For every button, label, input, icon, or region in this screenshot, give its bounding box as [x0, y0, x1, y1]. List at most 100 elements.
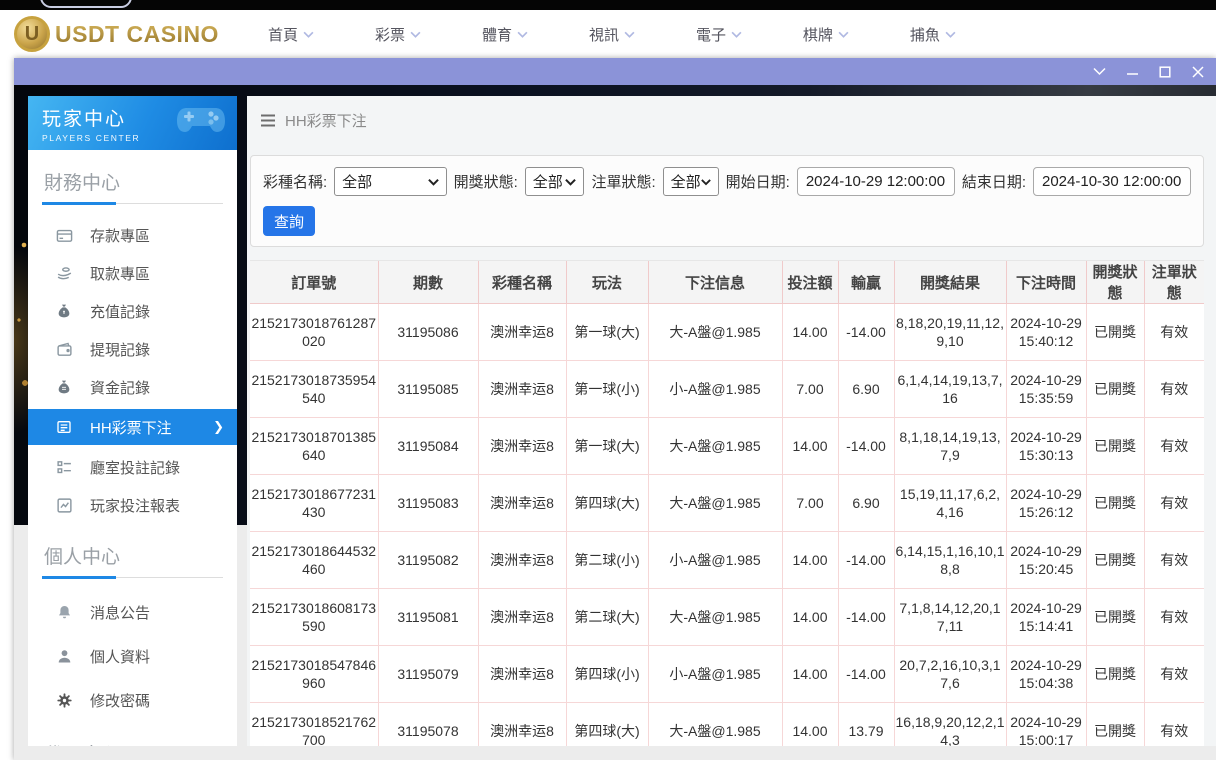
sidebar-item-player-bet-report[interactable]: 玩家投注報表	[28, 486, 237, 524]
table-cell: 有效	[1143, 588, 1204, 646]
table-cell: 14.00	[781, 588, 838, 646]
nav-item-6[interactable]: 棋牌	[803, 24, 849, 45]
end-date-input[interactable]	[1033, 167, 1191, 196]
breadcrumb: HH彩票下注	[247, 96, 1216, 144]
bell-icon	[55, 604, 73, 621]
draw-status-select[interactable]: 全部	[524, 167, 585, 196]
sidebar-item-recharge-records[interactable]: 充值記錄	[28, 292, 237, 330]
table-cell: 6,14,15,1,16,10,18,8	[893, 531, 1006, 589]
start-date-input[interactable]	[796, 167, 955, 196]
chevron-down-icon	[731, 31, 742, 38]
lottery-name-select[interactable]: 全部	[334, 167, 447, 196]
table-cell: 2024-10-29 15:20:45	[1005, 531, 1086, 589]
sidebar-item-change-password[interactable]: 修改密碼	[28, 678, 237, 722]
bet-records-table: 訂單號 期數 彩種名稱 玩法 下注信息 投注額 輸贏 開獎結果 下注時間 開獎狀態 注單狀態 2152…	[250, 260, 1204, 746]
nav-item-5[interactable]: 電子	[696, 24, 742, 45]
nav-item-4[interactable]: 視訊	[589, 24, 635, 45]
column-header: 期數	[377, 260, 478, 304]
table-cell: 第一球(大)	[565, 303, 648, 361]
nav-item-2[interactable]: 彩票	[375, 24, 421, 45]
table-cell: 有效	[1143, 360, 1204, 418]
draw-status-value: 全部	[532, 174, 563, 191]
sidebar-item-announcements[interactable]: 消息公告	[28, 590, 237, 634]
lottery-name-value: 全部	[342, 174, 373, 191]
hamburger-icon[interactable]	[260, 114, 276, 127]
order-status-select[interactable]: 全部	[662, 167, 719, 196]
chevron-down-icon	[1092, 67, 1106, 76]
table-cell: 已開獎	[1085, 531, 1144, 589]
draw-status-label: 開獎狀態:	[453, 174, 518, 191]
window-maximize-button[interactable]	[1158, 65, 1172, 79]
table-cell: -14.00	[837, 417, 894, 475]
table-cell: 2024-10-29 15:14:41	[1005, 588, 1086, 646]
nav-item-label: 彩票	[374, 26, 405, 44]
top-pill-outline	[40, 0, 132, 8]
table-cell: 2024-10-29 15:26:12	[1005, 474, 1086, 532]
table-cell: -14.00	[837, 588, 894, 646]
table-cell: 有效	[1143, 702, 1204, 746]
sidebar-item-label: 資金記錄	[90, 379, 151, 397]
nav-item-label: 電子	[695, 26, 726, 44]
start-date-label: 開始日期:	[725, 174, 790, 191]
table-cell: 第二球(小)	[565, 531, 648, 589]
chevron-down-icon	[838, 31, 849, 38]
table-cell: 已開獎	[1085, 588, 1144, 646]
table-cell: 2152173018644532460	[250, 531, 378, 589]
column-header: 開獎結果	[893, 260, 1006, 304]
table-cell: 31195084	[377, 417, 478, 475]
table-cell: 澳洲幸运8	[477, 702, 566, 746]
sidebar-item-label: 提現記錄	[90, 341, 151, 359]
table-cell: 2152173018735954540	[250, 360, 378, 418]
table-cell: -14.00	[837, 303, 894, 361]
window-minimize-button[interactable]	[1125, 65, 1139, 79]
column-header: 玩法	[565, 260, 648, 304]
column-header: 輸贏	[837, 260, 894, 304]
table-cell: 小-A盤@1.985	[647, 360, 782, 418]
table-cell: 澳洲幸运8	[477, 531, 566, 589]
table-cell: 2152173018701385640	[250, 417, 378, 475]
sidebar-item-label: HH彩票下注	[90, 419, 172, 437]
nav-item-7[interactable]: 捕魚	[910, 24, 956, 45]
sidebar-item-hh-lottery-bets[interactable]: HH彩票下注 ❯	[28, 409, 237, 445]
site-navbar: U USDT CASINO 首頁 彩票 體育 視訊 電子 棋牌 捕魚	[0, 10, 1216, 58]
window-collapse-button[interactable]	[1092, 65, 1106, 79]
sidebar-item-hall-bet-records[interactable]: 廳室投註記錄	[28, 448, 237, 486]
hand-coin-icon	[55, 265, 73, 282]
sidebar-item-withdraw-zone[interactable]: 取款專區	[28, 254, 237, 292]
table-row: 2152173018521762700 31195078 澳洲幸运8 第四球(大) 大-…	[250, 702, 1204, 746]
window-titlebar[interactable]	[14, 58, 1216, 85]
nav-item-label: 捕魚	[909, 26, 940, 44]
maximize-icon	[1159, 65, 1171, 78]
search-button[interactable]: 查詢	[263, 206, 315, 236]
sidebar-item-profile[interactable]: 個人資料	[28, 634, 237, 678]
chevron-right-icon: ❯	[213, 419, 224, 434]
sidebar-item-label: 消息公告	[90, 604, 151, 622]
site-logo[interactable]: U USDT CASINO	[14, 15, 219, 53]
table-cell: 澳洲幸运8	[477, 645, 566, 703]
table-cell: 大-A盤@1.985	[647, 303, 782, 361]
table-cell: 6.90	[837, 474, 894, 532]
column-header: 彩種名稱	[477, 260, 566, 304]
content-area: HH彩票下注 彩種名稱: 全部 開獎狀態: 全部 注單狀態: 全部 開始日期: …	[247, 96, 1216, 746]
table-cell: 6.90	[837, 360, 894, 418]
sidebar-item-label: 廳室投註記錄	[90, 459, 181, 477]
sidebar-item-funds-records[interactable]: 資金記錄	[28, 368, 237, 406]
table-cell: 14.00	[781, 303, 838, 361]
table-cell: 有效	[1143, 474, 1204, 532]
table-cell: -14.00	[837, 531, 894, 589]
chevron-down-icon	[517, 31, 528, 38]
table-cell: 第四球(大)	[565, 702, 648, 746]
sidebar-item-withdrawal-records[interactable]: 提現記錄	[28, 330, 237, 368]
nav-item-label: 視訊	[588, 26, 619, 44]
sidebar-item-deposit-zone[interactable]: 存款專區	[28, 216, 237, 254]
chevron-down-icon	[565, 178, 577, 186]
nav-item-3[interactable]: 體育	[482, 24, 528, 45]
filter-panel: 彩種名稱: 全部 開獎狀態: 全部 注單狀態: 全部 開始日期: 2024-10…	[250, 155, 1204, 247]
table-row: 2152173018608173590 31195081 澳洲幸运8 第二球(大) 大-…	[250, 588, 1204, 646]
window-close-button[interactable]	[1191, 65, 1205, 79]
nav-item-1[interactable]: 首頁	[268, 24, 314, 45]
coin-bag-icon	[55, 379, 73, 395]
table-row: 2152173018644532460 31195082 澳洲幸运8 第二球(小) 小-…	[250, 531, 1204, 589]
close-icon	[1192, 65, 1204, 78]
table-cell: 澳洲幸运8	[477, 417, 566, 475]
